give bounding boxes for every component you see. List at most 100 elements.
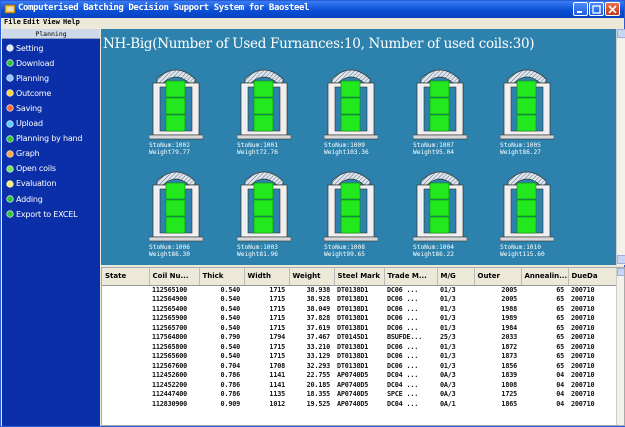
sidebar-item-upload[interactable]: Upload xyxy=(6,118,43,130)
coil xyxy=(165,114,186,132)
sidebar-item-open-coils[interactable]: Open coils xyxy=(6,163,56,175)
table-row[interactable]: 112564900 0.540 1715 38.928 DT0138D1 DC06 ...… xyxy=(102,295,618,305)
furnace-sto-num: StoNum:1006 xyxy=(149,244,190,251)
furnace[interactable]: StoNum:1008 Weight99.65 xyxy=(323,165,379,258)
furnace[interactable]: StoNum:1003 Weight81.96 xyxy=(236,165,292,258)
table-cell: 1856 xyxy=(501,361,517,370)
coil xyxy=(340,114,361,132)
furnace[interactable]: StoNum:1004 Weight86.22 xyxy=(412,165,468,258)
furnace-weight: Weight115.60 xyxy=(500,251,545,258)
maximize-button[interactable] xyxy=(589,2,604,16)
table-cell: 18.355 xyxy=(306,390,331,399)
scroll-up-arrow[interactable] xyxy=(617,29,625,38)
table-cell: DC06 ... xyxy=(387,342,419,351)
column-header[interactable]: Thick xyxy=(199,268,245,286)
furnace[interactable]: StoNum:1002 Weight79.77 xyxy=(148,63,204,156)
table-cell: 1865 xyxy=(501,399,517,408)
column-header[interactable]: Steel Mark xyxy=(334,268,385,286)
column-header[interactable]: Trade M... xyxy=(384,268,438,286)
close-button[interactable] xyxy=(605,2,620,16)
furnace[interactable]: StoNum:1001 Weight72.76 xyxy=(236,63,292,156)
table-row[interactable]: 112830900 0.909 1012 19.525 AP0740D5 DC04 ...… xyxy=(102,399,618,409)
table-cell: 65 xyxy=(556,295,564,304)
sidebar-item-label: Evaluation xyxy=(16,179,57,189)
table-scroll-up-arrow[interactable] xyxy=(617,268,624,276)
furnace[interactable]: StoNum:1009 Weight103.36 xyxy=(323,63,379,156)
furnace[interactable]: StoNum:1006 Weight86.30 xyxy=(148,165,204,258)
table-cell: 01/3 xyxy=(440,361,456,370)
table-cell: 0A/3 xyxy=(440,390,456,399)
furnace[interactable]: StoNum:1010 Weight115.60 xyxy=(499,165,555,258)
sidebar-item-outcome[interactable]: Outcome xyxy=(6,87,51,99)
table-cell: 1984 xyxy=(501,323,517,332)
furnace[interactable]: StoNum:1005 Weight86.27 xyxy=(499,63,555,156)
furnace-weight: Weight103.36 xyxy=(324,149,369,156)
sidebar-item-saving[interactable]: Saving xyxy=(6,102,42,114)
menu-file[interactable]: File xyxy=(4,18,21,26)
table-cell xyxy=(102,352,149,362)
furnace-sto-num: StoNum:1002 xyxy=(149,142,190,149)
table-row[interactable]: 112447400 0.786 1135 18.355 AP0740D5 SPCE ...… xyxy=(102,390,618,400)
furnace[interactable]: StoNum:1007 Weight95.04 xyxy=(412,63,468,156)
table-cell: 01/3 xyxy=(440,314,456,323)
table-cell: 65 xyxy=(556,361,564,370)
table-cell: 65 xyxy=(556,286,564,294)
minimize-button[interactable] xyxy=(573,2,588,16)
title-bar[interactable]: Computerised Batching Decision Support S… xyxy=(1,1,624,18)
furnace-sto-num: StoNum:1007 xyxy=(413,142,454,149)
menu-edit[interactable]: Edit xyxy=(23,18,40,26)
canvas-scrollbar[interactable] xyxy=(616,29,625,265)
table-row[interactable]: 112565600 0.540 1715 33.129 DT0138D1 DC06 ...… xyxy=(102,352,618,362)
table-row[interactable]: 112565800 0.540 1715 33.210 DT0138D1 DC06 ...… xyxy=(102,342,618,352)
column-header[interactable]: M/G xyxy=(437,268,475,286)
table-cell: 200710 xyxy=(571,361,595,370)
table-cell: 0.540 xyxy=(220,323,241,332)
table-cell: 112565700 xyxy=(152,323,188,332)
table-cell: 200710 xyxy=(571,323,595,332)
sidebar-header[interactable]: Planning xyxy=(2,29,100,39)
column-header[interactable]: Coil Nu... xyxy=(149,268,200,286)
column-header[interactable]: Annealin... xyxy=(521,268,569,286)
table-row[interactable]: 112565100 0.540 1715 38.938 DT0138D1 DC06 ...… xyxy=(102,285,618,295)
table-row[interactable]: 112565700 0.540 1715 37.619 DT0138D1 DC06 ...… xyxy=(102,323,618,333)
table-cell: DC04 ... xyxy=(387,399,419,408)
column-header[interactable]: Weight xyxy=(289,268,335,286)
furnace-shape xyxy=(499,171,555,242)
sidebar-item-adding[interactable]: Adding xyxy=(6,193,43,205)
coil xyxy=(253,199,274,217)
table-cell: 65 xyxy=(556,352,564,361)
table-row[interactable]: 112452600 0.786 1141 22.755 AP0740D5 DC04 ...… xyxy=(102,371,618,381)
sidebar-item-export-to-excel[interactable]: Export to EXCEL xyxy=(6,208,78,220)
table-cell: DC04 ... xyxy=(387,380,419,389)
menu-help[interactable]: Help xyxy=(63,18,80,26)
scroll-down-arrow[interactable] xyxy=(617,255,625,264)
furnace-info: StoNum:1003 Weight81.96 xyxy=(237,244,278,258)
sidebar-item-graph[interactable]: Graph xyxy=(6,148,40,160)
table-row[interactable]: 112452200 0.786 1141 20.185 AP0740D5 DC04 ...… xyxy=(102,380,618,390)
sidebar-item-planning-by-hand[interactable]: Planning by hand xyxy=(6,133,82,145)
column-header[interactable]: Outer xyxy=(474,268,522,286)
table-cell xyxy=(102,333,149,343)
table-row[interactable]: 112565400 0.540 1715 38.049 DT0138D1 DC06 ...… xyxy=(102,304,618,314)
sidebar-item-planning[interactable]: Planning xyxy=(6,72,49,84)
menu-view[interactable]: View xyxy=(43,18,60,26)
table-cell: 1141 xyxy=(269,371,285,380)
table-cell: DT0138D1 xyxy=(337,286,369,294)
coil xyxy=(516,80,537,98)
table-row[interactable]: 117564800 0.790 1794 37.467 DT0145D1 BSUFDE..… xyxy=(102,333,618,343)
table-scrollbar[interactable] xyxy=(616,268,624,425)
column-header[interactable]: Width xyxy=(244,268,290,286)
sidebar-item-download[interactable]: Download xyxy=(6,57,54,69)
furnace-shape xyxy=(236,171,292,242)
app-window: Computerised Batching Decision Support S… xyxy=(0,0,625,427)
table-row[interactable]: 112567600 0.704 1708 32.293 DT0138D1 DC06 ...… xyxy=(102,361,618,371)
table-row[interactable]: 112565900 0.540 1715 37.828 DT0138D1 DC06 ...… xyxy=(102,314,618,324)
table-cell: 1135 xyxy=(269,390,285,399)
sidebar-item-evaluation[interactable]: Evaluation xyxy=(6,178,56,190)
table-cell: DC06 ... xyxy=(387,286,419,294)
coil xyxy=(516,216,537,234)
column-header[interactable]: State xyxy=(102,268,150,286)
table-cell: 65 xyxy=(556,342,564,351)
column-header[interactable]: DueDa xyxy=(568,268,619,286)
sidebar-item-setting[interactable]: Setting xyxy=(6,42,43,54)
